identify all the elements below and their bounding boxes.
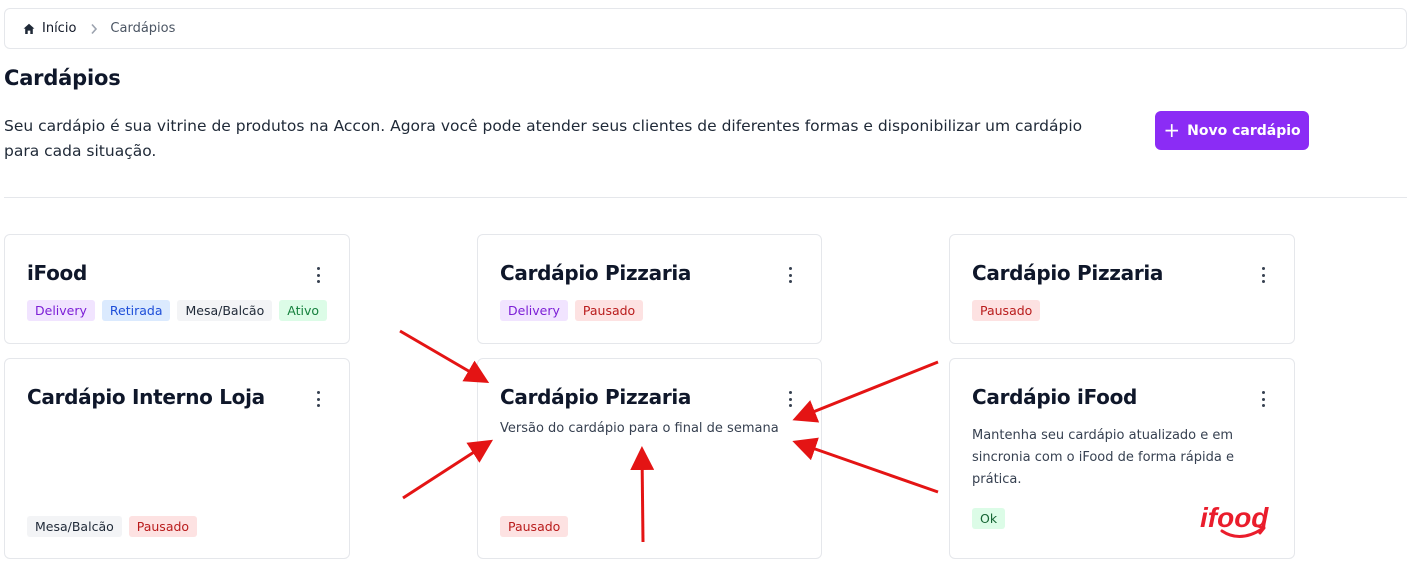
annotation-arrow [399, 329, 490, 384]
card-tags: Pausado [972, 300, 1041, 321]
menu-card-ifood[interactable]: iFood Delivery Retirada Mesa/Balcão Ativ… [4, 234, 350, 344]
chevron-right-icon [90, 23, 98, 35]
card-tags: Pausado [500, 516, 569, 537]
breadcrumb: Início Cardápios [4, 8, 1407, 49]
kebab-menu-icon[interactable] [783, 391, 797, 407]
annotation-arrow [402, 439, 494, 500]
tag-ativo: Ativo [279, 300, 327, 321]
svg-text:ifood: ifood [1200, 502, 1269, 533]
breadcrumb-home-link[interactable]: Início [23, 21, 76, 36]
kebab-menu-icon[interactable] [783, 267, 797, 283]
breadcrumb-home-label: Início [42, 21, 77, 36]
menu-card-pizzaria[interactable]: Cardápio Pizzaria Delivery Pausado [477, 234, 822, 344]
card-title: Cardápio Pizzaria [500, 385, 692, 409]
kebab-menu-icon[interactable] [311, 391, 325, 407]
kebab-menu-icon[interactable] [1256, 391, 1270, 407]
page-description: Seu cardápio é sua vitrine de produtos n… [4, 117, 1083, 160]
tag-delivery: Delivery [27, 300, 95, 321]
menu-card-interno-loja[interactable]: Cardápio Interno Loja Mesa/Balcão Pausad… [4, 358, 350, 559]
page-title: Cardápios [4, 66, 121, 90]
tag-ok: Ok [972, 508, 1006, 529]
card-title: Cardápio iFood [972, 385, 1138, 409]
card-title: Cardápio Pizzaria [972, 261, 1164, 285]
card-description: Mantenha seu cardápio atualizado e em si… [972, 428, 1234, 487]
card-title: iFood [27, 261, 88, 285]
menu-card-ifood-sync[interactable]: Cardápio iFood Mantenha seu cardápio atu… [949, 358, 1295, 559]
plus-icon: + [1163, 117, 1181, 142]
card-description: Versão do cardápio para o final de seman… [500, 421, 779, 436]
new-menu-button-label: Novo cardápio [1187, 122, 1301, 139]
kebab-menu-icon[interactable] [311, 267, 325, 283]
tag-mesa-balcao: Mesa/Balcão [27, 516, 122, 537]
tag-retirada: Retirada [101, 300, 171, 321]
card-tags: Mesa/Balcão Pausado [27, 516, 198, 537]
card-title: Cardápio Interno Loja [27, 385, 265, 409]
kebab-menu-icon[interactable] [1256, 267, 1270, 283]
tag-pausado: Pausado [128, 516, 198, 537]
card-tags: Ok [972, 508, 1006, 529]
card-tags: Delivery Pausado [500, 300, 644, 321]
card-tags: Delivery Retirada Mesa/Balcão Ativo [27, 300, 327, 321]
tag-mesa-balcao: Mesa/Balcão [177, 300, 273, 321]
home-icon [23, 23, 35, 34]
card-title: Cardápio Pizzaria [500, 261, 692, 285]
tag-delivery: Delivery [500, 300, 568, 321]
menu-card-pizzaria[interactable]: Cardápio Pizzaria Pausado [949, 234, 1295, 344]
ifood-logo: ifood [1200, 502, 1269, 538]
tag-pausado: Pausado [574, 300, 644, 321]
divider [4, 197, 1407, 198]
breadcrumb-current: Cardápios [110, 21, 176, 36]
new-menu-button[interactable]: + Novo cardápio [1155, 111, 1309, 150]
tag-pausado: Pausado [500, 516, 569, 537]
menu-card-pizzaria-weekend[interactable]: Cardápio Pizzaria Versão do cardápio par… [477, 358, 822, 559]
tag-pausado: Pausado [972, 300, 1041, 321]
